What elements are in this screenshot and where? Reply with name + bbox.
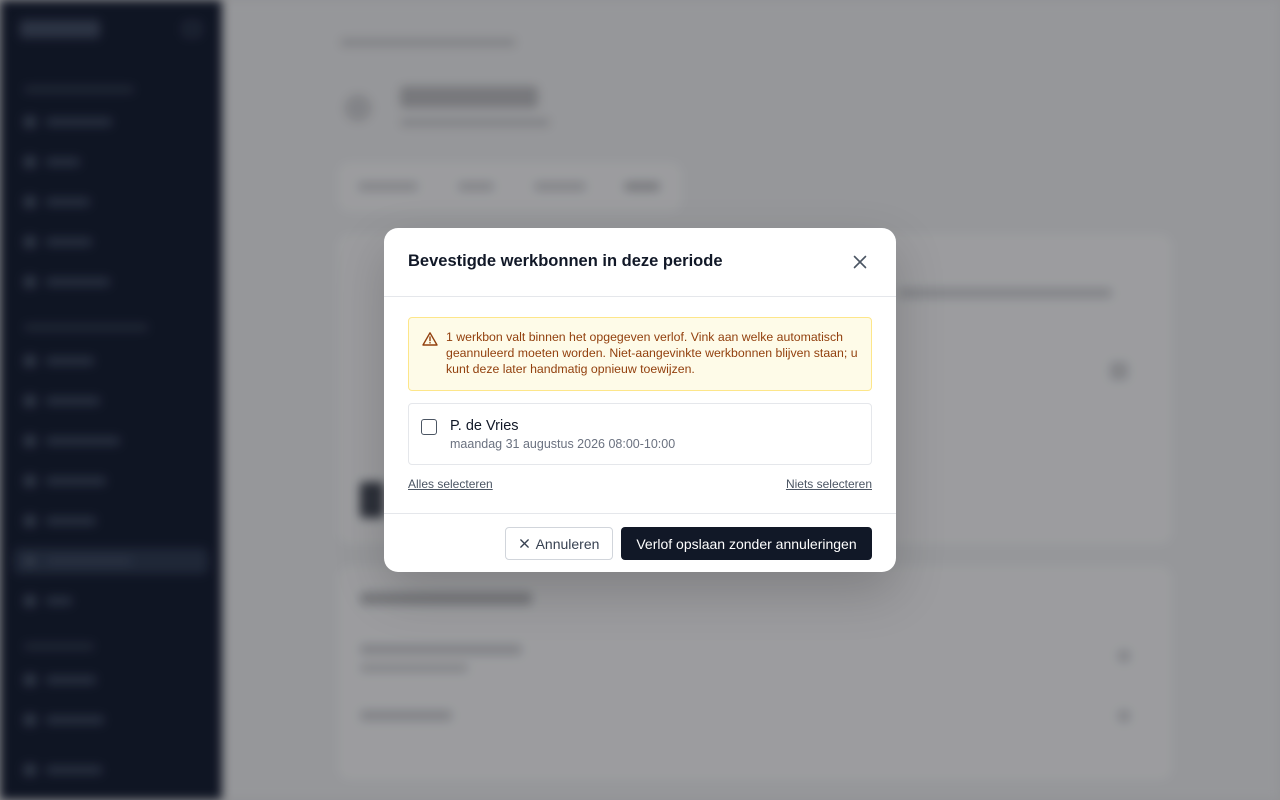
- select-none-link[interactable]: Niets selecteren: [786, 477, 872, 491]
- warning-text: 1 werkbon valt binnen het opgegeven verl…: [446, 330, 858, 376]
- close-button[interactable]: [848, 250, 872, 274]
- dialog-header: Bevestigde werkbonnen in deze periode: [384, 228, 896, 297]
- save-leave-button-label: Verlof opslaan zonder annuleringen: [636, 535, 857, 552]
- close-icon: [519, 539, 529, 548]
- warning-alert: 1 werkbon valt binnen het opgegeven verl…: [408, 317, 872, 391]
- confirm-workorders-dialog: Bevestigde werkbonnen in deze periode 1 …: [384, 228, 896, 572]
- workorder-checkbox[interactable]: [421, 419, 437, 435]
- select-all-link[interactable]: Alles selecteren: [408, 477, 493, 491]
- workorder-item[interactable]: P. de Vries maandag 31 augustus 2026 08:…: [408, 403, 872, 465]
- workorder-datetime: maandag 31 augustus 2026 08:00-10:00: [450, 437, 676, 451]
- warning-triangle-icon: [422, 332, 438, 346]
- cancel-button[interactable]: Annuleren: [505, 527, 613, 560]
- dialog-footer: Annuleren Verlof opslaan zonder annuleri…: [384, 513, 896, 572]
- cancel-button-label: Annuleren: [535, 535, 600, 552]
- close-icon: [853, 255, 867, 269]
- save-leave-button[interactable]: Verlof opslaan zonder annuleringen: [621, 527, 872, 560]
- dialog-title: Bevestigde werkbonnen in deze periode: [408, 252, 723, 270]
- workorder-customer: P. de Vries: [450, 418, 519, 434]
